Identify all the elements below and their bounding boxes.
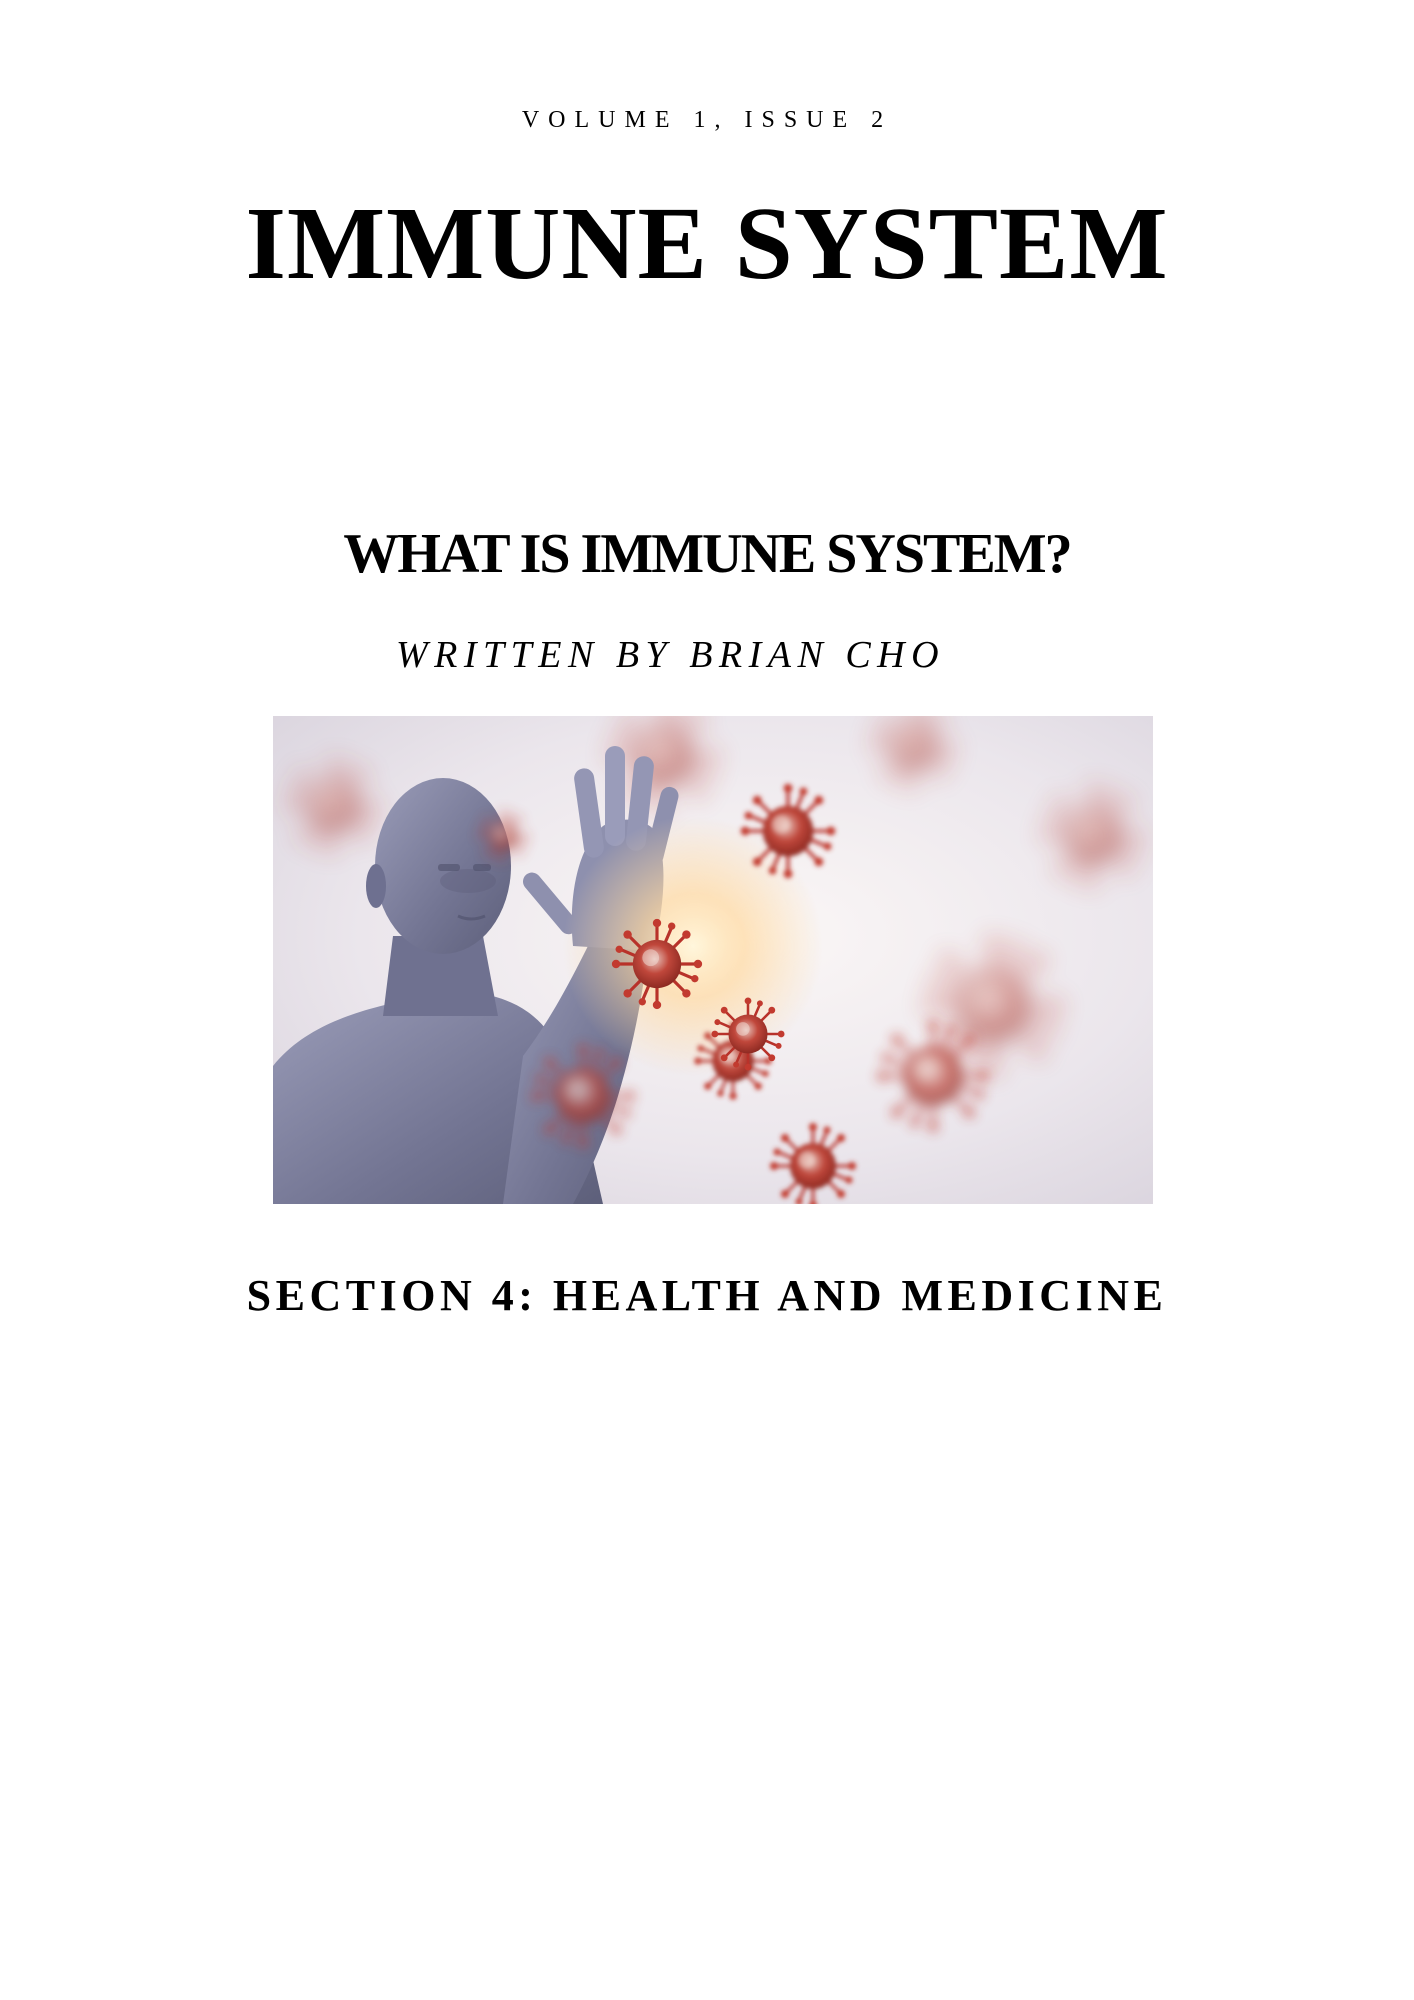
page-title: IMMUNE SYSTEM	[245, 186, 1169, 301]
section-label: SECTION 4: HEALTH AND MEDICINE	[246, 1271, 1168, 1320]
article-byline: WRITTEN BY BRIAN CHO	[396, 634, 946, 676]
virus-illustration	[273, 716, 1153, 1204]
article-hero-image	[273, 716, 1153, 1204]
article-headline: WHAT IS IMMUNE SYSTEM?	[343, 523, 1072, 585]
volume-issue: VOLUME 1, ISSUE 2	[521, 107, 893, 133]
